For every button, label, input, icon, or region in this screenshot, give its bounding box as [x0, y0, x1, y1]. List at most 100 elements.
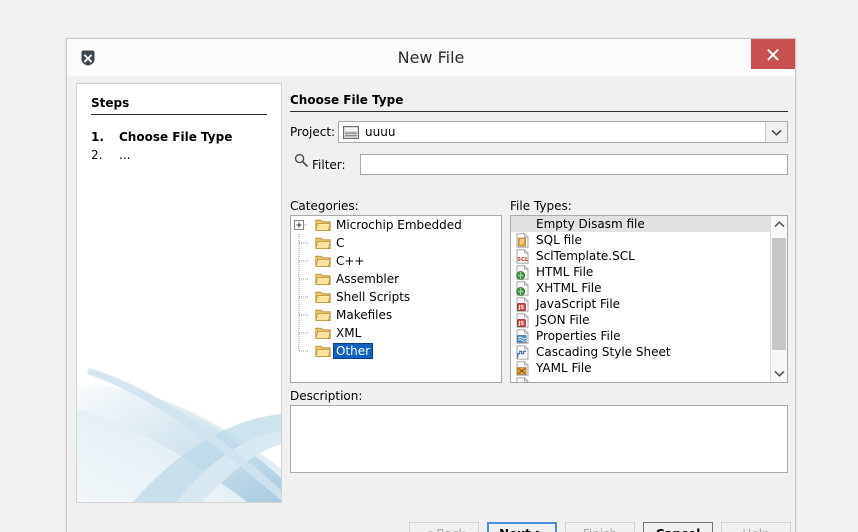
project-combobox[interactable]: uuuu [338, 121, 788, 143]
filter-input[interactable] [360, 154, 788, 175]
page-title: Choose File Type [290, 93, 404, 107]
scrollbar-thumb[interactable] [772, 238, 786, 350]
folder-icon [315, 308, 331, 322]
file-type-label: Properties File [536, 329, 621, 343]
html-file-icon [515, 264, 530, 280]
svg-text:JS: JS [518, 305, 525, 311]
category-label: C [336, 236, 345, 250]
close-button[interactable] [751, 39, 795, 69]
category-label: XML [336, 326, 362, 340]
description-textarea[interactable] [290, 405, 788, 473]
file-type-label: HTML File [536, 265, 594, 279]
screen: New File Steps 1. Choose File Type 2. ..… [0, 0, 858, 532]
description-label: Description: [290, 389, 363, 403]
tree-line-icon [293, 252, 315, 270]
category-row[interactable]: XML [291, 324, 501, 342]
file-type-row[interactable]: YAML File [511, 360, 770, 376]
category-row[interactable]: Shell Scripts [291, 288, 501, 306]
step-number: 2. [91, 148, 103, 162]
folder-icon [315, 254, 331, 268]
file-types-label: File Types: [510, 199, 572, 213]
new-file-dialog: New File Steps 1. Choose File Type 2. ..… [66, 38, 796, 532]
svg-text:SCL: SCL [517, 257, 529, 263]
js-file-icon: JS [515, 296, 530, 312]
category-row[interactable]: Assembler [291, 270, 501, 288]
xhtml-file-icon [515, 280, 530, 296]
categories-listbox[interactable]: Microchip Embedded C C++ Assembler Shell Scr… [290, 215, 502, 383]
category-label: Other [332, 343, 374, 359]
section-divider [290, 111, 788, 112]
filter-label: Filter: [312, 158, 346, 172]
chevron-up-icon[interactable] [771, 216, 787, 233]
steps-divider [91, 114, 267, 115]
choose-file-type-pane: Choose File Type Project: uuuu Filter: C… [290, 83, 788, 503]
file-type-row[interactable]: Cascading Style Sheet [511, 344, 770, 360]
categories-label: Categories: [290, 199, 359, 213]
file-type-row[interactable]: SQL file [511, 232, 770, 248]
file-type-row[interactable]: SCL SclTemplate.SCL [511, 248, 770, 264]
folder-icon [315, 326, 331, 340]
dialog-body: Steps 1. Choose File Type 2. ... Choose … [76, 83, 788, 503]
file-type-label: JSON File [536, 313, 590, 327]
category-row[interactable]: C++ [291, 252, 501, 270]
category-label: Assembler [336, 272, 400, 286]
folder-icon [315, 272, 331, 286]
tree-expander-plus-icon[interactable] [293, 216, 315, 234]
file-type-label: XHTML File [536, 281, 602, 295]
file-type-row[interactable]: Properties File [511, 328, 770, 344]
file-types-scrollbar[interactable] [770, 216, 787, 382]
folder-icon [315, 218, 331, 232]
close-icon [767, 49, 779, 61]
tree-line-icon [293, 288, 315, 306]
file-type-row[interactable]: XHTML File [511, 280, 770, 296]
file-type-label: SclTemplate.SCL [536, 249, 635, 263]
steps-pane: Steps 1. Choose File Type 2. ... [76, 83, 282, 503]
scl-file-icon: SCL [515, 248, 530, 264]
tree-line-icon [293, 270, 315, 288]
file-type-row[interactable]: JS JSON File [511, 312, 770, 328]
folder-icon [315, 236, 331, 250]
file-type-label: SQL file [536, 233, 582, 247]
file-type-row[interactable]: HTML File [511, 264, 770, 280]
search-icon [294, 153, 308, 167]
category-row[interactable]: Microchip Embedded [291, 216, 501, 234]
project-label: Project: [290, 125, 336, 139]
dialog-title: New File [397, 48, 465, 67]
category-label: Shell Scripts [336, 290, 411, 304]
back-button[interactable]: < Back [409, 522, 479, 532]
step-label: Choose File Type [119, 130, 233, 144]
step-label: ... [119, 148, 131, 162]
cancel-button[interactable]: Cancel [643, 522, 713, 532]
json-file-icon: JS [515, 312, 530, 328]
sql-file-icon [515, 232, 530, 248]
decorative-swoosh-graphic [77, 368, 281, 502]
folder-icon [315, 290, 331, 304]
category-label: C++ [336, 254, 365, 268]
category-row[interactable]: Makefiles [291, 306, 501, 324]
file-type-label: YAML File [536, 361, 592, 375]
dialog-titlebar: New File [67, 39, 795, 76]
svg-text:JS: JS [518, 321, 525, 327]
category-label: Makefiles [336, 308, 393, 322]
tree-line-icon [293, 324, 315, 342]
file-type-row[interactable]: Empty Disasm file [511, 216, 770, 232]
project-value: uuuu [365, 125, 396, 139]
category-row[interactable]: C [291, 234, 501, 252]
project-box-icon [343, 125, 359, 139]
step-number: 1. [91, 130, 104, 144]
file-type-label: JavaScript File [536, 297, 621, 311]
properties-file-icon [515, 328, 530, 344]
chevron-down-icon[interactable] [771, 365, 787, 382]
file-type-row-partial[interactable] [511, 376, 770, 382]
next-button[interactable]: Next > [487, 522, 557, 532]
file-type-row[interactable]: JS JavaScript File [511, 296, 770, 312]
finish-button[interactable]: Finish [565, 522, 635, 532]
file-type-label: Empty Disasm file [536, 217, 645, 231]
tree-line-icon [293, 342, 315, 360]
dialog-button-bar: < Back Next > Finish Cancel Help [67, 506, 797, 532]
category-row[interactable]: Other [291, 342, 501, 360]
chevron-down-icon[interactable] [765, 122, 787, 142]
file-types-listbox[interactable]: Empty Disasm file SQL file SCL SclTemplate.… [510, 215, 788, 383]
tree-line-icon [293, 306, 315, 324]
help-button[interactable]: Help [721, 522, 791, 532]
